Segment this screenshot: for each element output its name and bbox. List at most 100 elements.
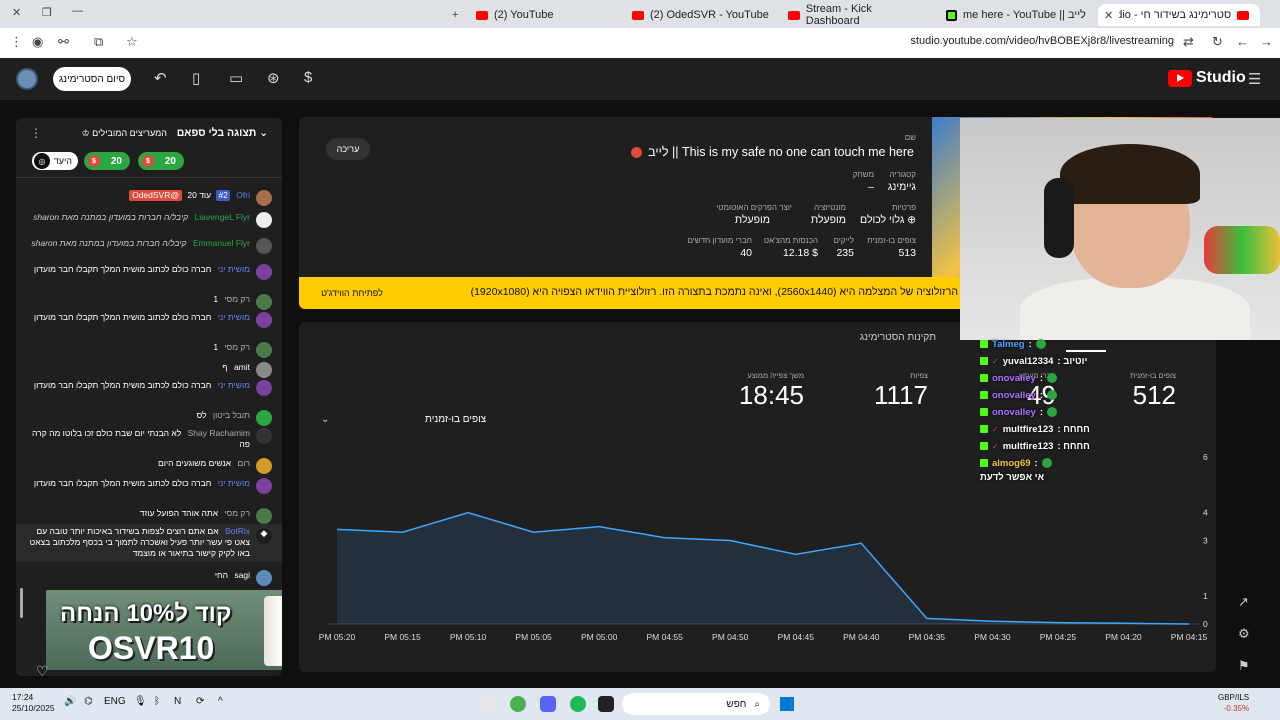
studio-logo[interactable]: Studio (1168, 69, 1246, 87)
avatar (256, 238, 272, 254)
x-tick-label: PM 05:20 (319, 632, 356, 642)
clip-icon[interactable]: ▭ (229, 69, 243, 87)
avatar (256, 570, 272, 586)
back-icon[interactable]: ← (1236, 34, 1249, 49)
profile-icon[interactable]: ◉ (32, 34, 43, 50)
supers-counter-2[interactable]: $ 20 (138, 152, 184, 170)
monetize-icon[interactable]: ⊛ (267, 69, 280, 87)
puzzle-icon[interactable]: ⧉ (94, 34, 103, 50)
open-widget-button[interactable]: לפתיחת הווידג'ט (307, 284, 397, 302)
taskbar-search[interactable]: חפש ⌕ (622, 693, 770, 715)
emote-icon (1041, 458, 1052, 468)
tab-studio-active[interactable]: ✕ סטרימינג בשידור חי - be Studio (1098, 4, 1260, 26)
edit-button[interactable]: עריכה (326, 138, 370, 160)
tab-youtube[interactable]: (2) YouTube (470, 4, 620, 26)
chrome-icon[interactable] (510, 696, 526, 712)
bookmark-icon[interactable]: ▯ (192, 69, 200, 87)
bluetooth-icon[interactable]: ᛒ (154, 696, 160, 707)
avatar (256, 190, 272, 206)
chat-message[interactable]: LiavengeL Flyr קיבל/ה חברות במועדון במתנ… (16, 212, 282, 228)
avatar (256, 508, 272, 524)
kick-message: onovalley: (980, 404, 1140, 420)
x-tick-label: PM 04:45 (778, 632, 815, 642)
language-indicator[interactable]: ENG (104, 696, 126, 707)
end-stream-button[interactable]: סיום הסטרימינג (53, 67, 131, 91)
chat-message[interactable]: sagi החי (16, 570, 282, 586)
chat-message-bot[interactable]: ◆ BotRix אם אתם רוצים לצפות בשידור באיכו… (16, 524, 282, 562)
x-tick-label: PM 04:30 (974, 632, 1011, 642)
minimize-window-icon[interactable]: — (72, 5, 83, 17)
youtube-play-icon (1168, 69, 1192, 87)
feedback-icon[interactable]: ⚑ (1238, 658, 1250, 674)
chat-message[interactable]: רום אנשים משוגעים היום (16, 458, 282, 474)
x-tick-label: PM 05:10 (450, 632, 487, 642)
chat-message[interactable]: רק מסי אתה אוהד הפועל עוזד (16, 508, 282, 524)
x-tick-label: PM 05:00 (581, 632, 618, 642)
close-window-icon[interactable]: ✕ (12, 6, 21, 19)
x-tick-label: PM 04:50 (712, 632, 749, 642)
spotify-icon[interactable] (570, 696, 586, 712)
close-icon[interactable]: ✕ (1104, 9, 1113, 22)
volume-icon[interactable]: 🔊 (64, 696, 76, 707)
tab-live-video[interactable]: me here - YouTube || לייב (940, 4, 1094, 26)
chat-scrollbar[interactable] (20, 588, 23, 618)
terminal-icon[interactable] (598, 696, 614, 712)
avatar (256, 212, 272, 228)
dollar-icon[interactable]: $ (304, 69, 312, 86)
tray-app-icon[interactable]: N (174, 696, 181, 707)
chat-message[interactable]: Emmanuel Flyr קיבל/ה חברות במועדון במתנה… (16, 238, 282, 254)
chat-message[interactable]: Shay Rachamim לא הבנתי יום שבת כולם זכו … (16, 428, 282, 450)
gear-icon[interactable]: ⚙ (1238, 626, 1250, 642)
reload-icon[interactable]: ↻ (1212, 34, 1223, 50)
tab-odedsvr[interactable]: (2) OdedSVR - YouTube (626, 4, 776, 26)
restore-window-icon[interactable]: ❐ (42, 6, 52, 19)
live-dot-icon (631, 146, 643, 158)
goal-button[interactable]: ◎ היעד (32, 152, 78, 170)
kick-icon (980, 425, 988, 433)
check-icon: ✓ (992, 424, 999, 434)
chat-message[interactable]: רק מסי 1 (16, 342, 282, 358)
site-settings-icon[interactable]: ⇄ (1183, 34, 1194, 50)
supers-counter-1[interactable]: $ 20 (84, 152, 130, 170)
tab-kick-dashboard[interactable]: Stream - Kick Dashboard (782, 3, 932, 27)
avatar[interactable] (16, 68, 38, 90)
chat-message[interactable]: מושית יני חברה כולם לכתוב מושית המלך תקב… (16, 478, 282, 494)
clock[interactable]: 17:24 25/10/2025 (12, 692, 55, 714)
chat-message[interactable]: amit ף (16, 362, 282, 378)
search-icon: ⌕ (754, 698, 760, 710)
chat-message[interactable]: מושית יני חברה כולם לכתוב מושית המלך תקב… (16, 264, 282, 280)
forward-icon[interactable]: → (1260, 34, 1273, 49)
chat-message[interactable]: תובל ביטון לס (16, 410, 282, 426)
top-fans-toggle[interactable]: ♔ המעריצים המובילים (82, 128, 167, 139)
chat-message[interactable]: מושית יני חברה כולם לכתוב מושית המלך תקב… (16, 312, 282, 328)
windows-start-icon[interactable] (780, 697, 794, 711)
extensions-icon[interactable]: ⚯ (58, 34, 69, 50)
wifi-icon[interactable]: ⌬ (84, 696, 93, 707)
currency-widget[interactable]: GBP/ILS -0.35% (1218, 692, 1249, 714)
emote-icon (1047, 390, 1057, 400)
avatar (256, 478, 272, 494)
heart-icon[interactable]: ♡ (36, 663, 49, 676)
hamburger-menu-icon[interactable]: ☰ (1248, 70, 1261, 88)
url-field[interactable]: studio.youtube.com/video/hvBOBEXj8r8/liv… (910, 35, 1174, 47)
kick-message: onovalley: (980, 370, 1140, 386)
kick-message: almog69: (980, 455, 1140, 471)
menu-dots-icon[interactable]: ⋮ (10, 34, 23, 50)
discord-icon[interactable] (540, 696, 556, 712)
sync-icon[interactable]: ⟳ (196, 696, 204, 707)
chat-message[interactable]: רק מסי 1 (16, 294, 282, 310)
new-tab-button[interactable]: + (446, 4, 464, 26)
obs-icon[interactable] (482, 696, 498, 712)
share-icon[interactable]: ↶ (154, 69, 167, 87)
more-options-icon[interactable]: ⋮ (30, 126, 42, 140)
microphone-icon[interactable]: 🎙 (134, 696, 147, 707)
kick-message: ✓ multfire123: חחחח (980, 421, 1140, 437)
chat-message[interactable]: Ofri #2 עוד 20 @OdedSVR (16, 190, 282, 206)
chat-message[interactable]: מושית יני חברה כולם לכתוב מושית המלך תקב… (16, 380, 282, 396)
chevron-up-icon[interactable]: ^ (218, 696, 223, 707)
bookmark-star-icon[interactable]: ☆ (126, 34, 138, 50)
external-link-icon[interactable]: ↗ (1238, 594, 1249, 610)
chat-mode-dropdown[interactable]: תצוגה בלי ספאם ⌄ (177, 127, 268, 139)
kick-message: ✓ yuval12334: יוטיוב (980, 353, 1140, 369)
avatar (256, 294, 272, 310)
